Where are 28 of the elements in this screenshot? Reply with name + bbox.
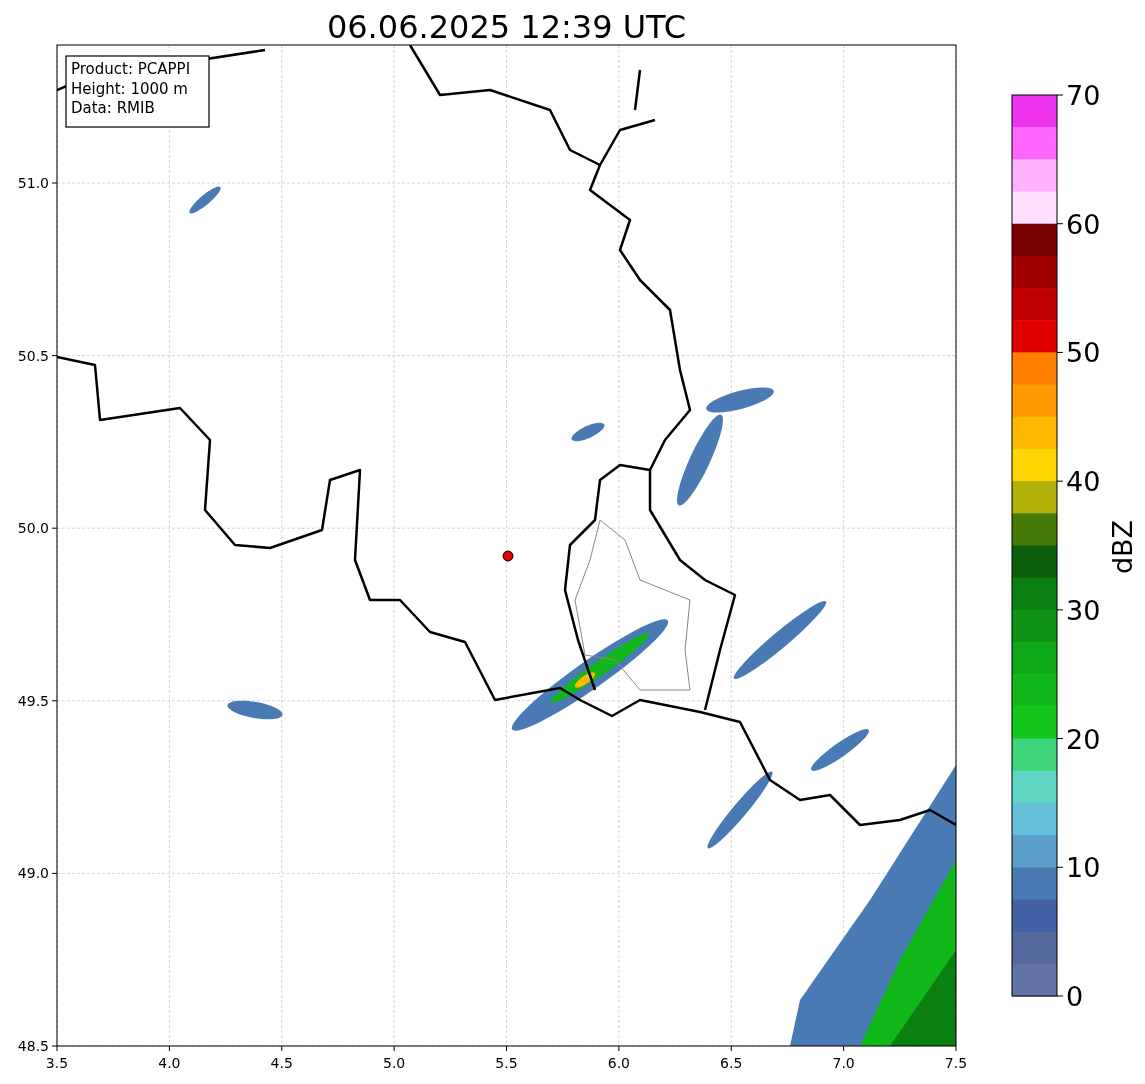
colorbar-tick-label: 20 bbox=[1066, 723, 1101, 755]
colorbar-tick-label: 60 bbox=[1066, 208, 1101, 240]
chart-title: 06.06.2025 12:39 UTC bbox=[326, 8, 687, 46]
tick-label: 7.0 bbox=[832, 1055, 855, 1071]
info-text: Data: RMIB bbox=[71, 99, 155, 117]
tick-label: 49.5 bbox=[17, 692, 49, 709]
tick-label: 7.5 bbox=[944, 1055, 968, 1071]
tick-label: 4.5 bbox=[270, 1055, 293, 1071]
colorbar-tick-label: 0 bbox=[1066, 981, 1084, 1012]
tick-label: 3.5 bbox=[45, 1055, 69, 1071]
tick-label: 4.0 bbox=[158, 1055, 181, 1071]
tick-label: 5.0 bbox=[383, 1055, 406, 1071]
colorbar-tick-label: 50 bbox=[1066, 337, 1101, 369]
colorbar-tick-label: 40 bbox=[1066, 466, 1101, 498]
colorbar-tick-label: 10 bbox=[1066, 852, 1101, 884]
tick-label: 50.5 bbox=[17, 347, 49, 364]
tick-label: 6.0 bbox=[607, 1055, 630, 1071]
tick-label: 51.0 bbox=[17, 175, 49, 191]
info-text: Product: PCAPPI bbox=[71, 60, 191, 78]
colorbar-tick-label: 70 bbox=[1066, 80, 1101, 111]
tick-label: 50.0 bbox=[17, 520, 49, 537]
tick-label: 5.5 bbox=[495, 1055, 518, 1071]
tick-label: 48.5 bbox=[17, 1038, 49, 1054]
tick-label: 49.0 bbox=[17, 865, 49, 882]
colorbar-label: dBZ bbox=[1107, 519, 1138, 575]
info-text: Height: 1000 m bbox=[71, 79, 188, 98]
tick-label: 6.5 bbox=[720, 1055, 743, 1071]
colorbar-tick-label: 30 bbox=[1066, 594, 1101, 626]
